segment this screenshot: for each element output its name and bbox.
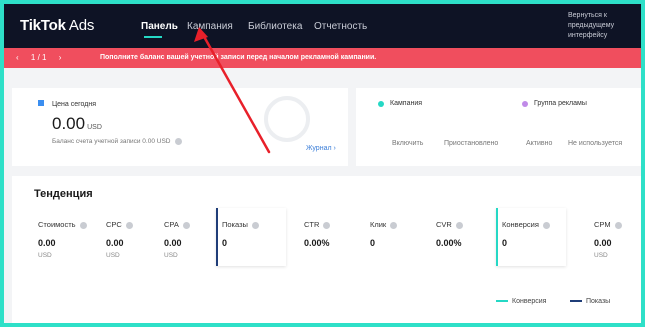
line-swatch-icon bbox=[570, 300, 582, 303]
balance-ring-chart bbox=[264, 96, 310, 142]
metric-ctr[interactable]: CTR 0.00% bbox=[298, 208, 368, 266]
metric-unit: USD bbox=[164, 252, 178, 259]
trend-title: Тенденция bbox=[34, 188, 93, 200]
legend-impressions: Показы bbox=[570, 298, 610, 305]
metric-value: 0 bbox=[502, 238, 508, 248]
metric-value: 0.00 bbox=[164, 238, 182, 248]
metric-name: CTR bbox=[304, 220, 331, 229]
metric-value: 0.00% bbox=[436, 238, 462, 248]
today-cost-label: Цена сегодня bbox=[38, 100, 96, 108]
info-icon[interactable] bbox=[79, 221, 87, 229]
metric-value: 0.00% bbox=[304, 238, 330, 248]
campaign-paused-stat[interactable]: Приостановлено bbox=[444, 140, 498, 147]
metric-impressions[interactable]: Показы 0 bbox=[216, 208, 286, 266]
campaign-label: Кампания bbox=[390, 100, 423, 107]
metric-unit: USD bbox=[106, 252, 120, 259]
metric-name: Показы bbox=[222, 220, 259, 229]
adgroup-unused-stat[interactable]: Не используется bbox=[568, 140, 622, 147]
trend-panel: Тенденция Стоимость 0.00 USD CPC 0.00 US… bbox=[12, 176, 641, 323]
line-swatch-icon bbox=[496, 300, 508, 303]
nav-active-indicator bbox=[144, 36, 162, 38]
adgroup-dot-icon bbox=[522, 101, 528, 107]
info-icon[interactable] bbox=[251, 221, 259, 229]
campaign-dot-icon bbox=[378, 101, 384, 107]
balance-alert-banner: ‹ 1 / 1 › Пополните баланс вашей учетной… bbox=[4, 48, 641, 68]
chevron-right-icon[interactable]: › bbox=[59, 53, 62, 62]
metric-name: CPM bbox=[594, 220, 622, 229]
nav-dashboard[interactable]: Панель bbox=[141, 21, 178, 32]
metric-name: Клик bbox=[370, 220, 398, 229]
metric-unit: USD bbox=[38, 252, 52, 259]
today-cost-value: 0.00 USD bbox=[52, 114, 102, 133]
info-icon[interactable] bbox=[614, 221, 622, 229]
journal-link[interactable]: Журнал › bbox=[306, 145, 336, 152]
metric-cpm[interactable]: CPM 0.00 USD bbox=[588, 208, 641, 266]
alert-pager: ‹ 1 / 1 › bbox=[16, 53, 61, 62]
adgroup-active-stat[interactable]: Активно bbox=[526, 140, 552, 147]
status-card: Кампания Группа рекламы Включить Приоста… bbox=[356, 88, 641, 166]
campaign-enabled-stat[interactable]: Включить bbox=[392, 140, 423, 147]
metric-name: Стоимость bbox=[38, 220, 87, 229]
info-icon[interactable] bbox=[390, 221, 398, 229]
wallet-icon bbox=[38, 100, 44, 106]
metric-name: Конверсия bbox=[502, 220, 550, 229]
nav-library[interactable]: Библиотека bbox=[248, 21, 302, 32]
metric-value: 0.00 bbox=[594, 238, 612, 248]
metric-name: CPA bbox=[164, 220, 190, 229]
tiktok-ads-logo[interactable]: TikTok Ads bbox=[20, 17, 94, 34]
metric-name: CVR bbox=[436, 220, 463, 229]
alert-message: Пополните баланс вашей учетной записи пе… bbox=[100, 54, 377, 61]
info-icon[interactable] bbox=[182, 221, 190, 229]
return-to-old-interface-link[interactable]: Вернуться к предыдущему интерфейсу bbox=[568, 11, 638, 41]
adgroup-label: Группа рекламы bbox=[534, 100, 587, 107]
metric-name: CPC bbox=[106, 220, 133, 229]
metric-value: 0 bbox=[370, 238, 376, 248]
pager-count: 1 / 1 bbox=[30, 53, 47, 62]
info-icon[interactable] bbox=[323, 221, 331, 229]
metric-cost[interactable]: Стоимость 0.00 USD bbox=[32, 208, 102, 266]
nav-reporting[interactable]: Отчетность bbox=[314, 21, 367, 32]
metric-value: 0 bbox=[222, 238, 228, 248]
metric-conversions[interactable]: Конверсия 0 bbox=[496, 208, 566, 266]
metric-unit: USD bbox=[594, 252, 608, 259]
metric-value: 0.00 bbox=[38, 238, 56, 248]
info-icon[interactable] bbox=[125, 221, 133, 229]
metric-value: 0.00 bbox=[106, 238, 124, 248]
account-balance-text: Баланс счета учетной записи 0.00 USD bbox=[52, 138, 182, 145]
info-icon[interactable] bbox=[455, 221, 463, 229]
legend-conversions: Конверсия bbox=[496, 298, 546, 305]
metric-clicks[interactable]: Клик 0 bbox=[364, 208, 434, 266]
app-window: TikTok Ads Панель Кампания Библиотека От… bbox=[4, 4, 641, 323]
top-navigation-bar: TikTok Ads Панель Кампания Библиотека От… bbox=[4, 4, 641, 48]
metric-selected-indicator bbox=[496, 208, 498, 266]
metric-selected-indicator bbox=[216, 208, 218, 266]
chevron-left-icon[interactable]: ‹ bbox=[16, 53, 19, 62]
info-icon[interactable] bbox=[542, 221, 550, 229]
balance-card: Цена сегодня 0.00 USD Баланс счета учетно… bbox=[12, 88, 348, 166]
info-icon[interactable] bbox=[174, 138, 182, 145]
nav-campaign[interactable]: Кампания bbox=[187, 21, 233, 32]
metric-cvr[interactable]: CVR 0.00% bbox=[430, 208, 500, 266]
